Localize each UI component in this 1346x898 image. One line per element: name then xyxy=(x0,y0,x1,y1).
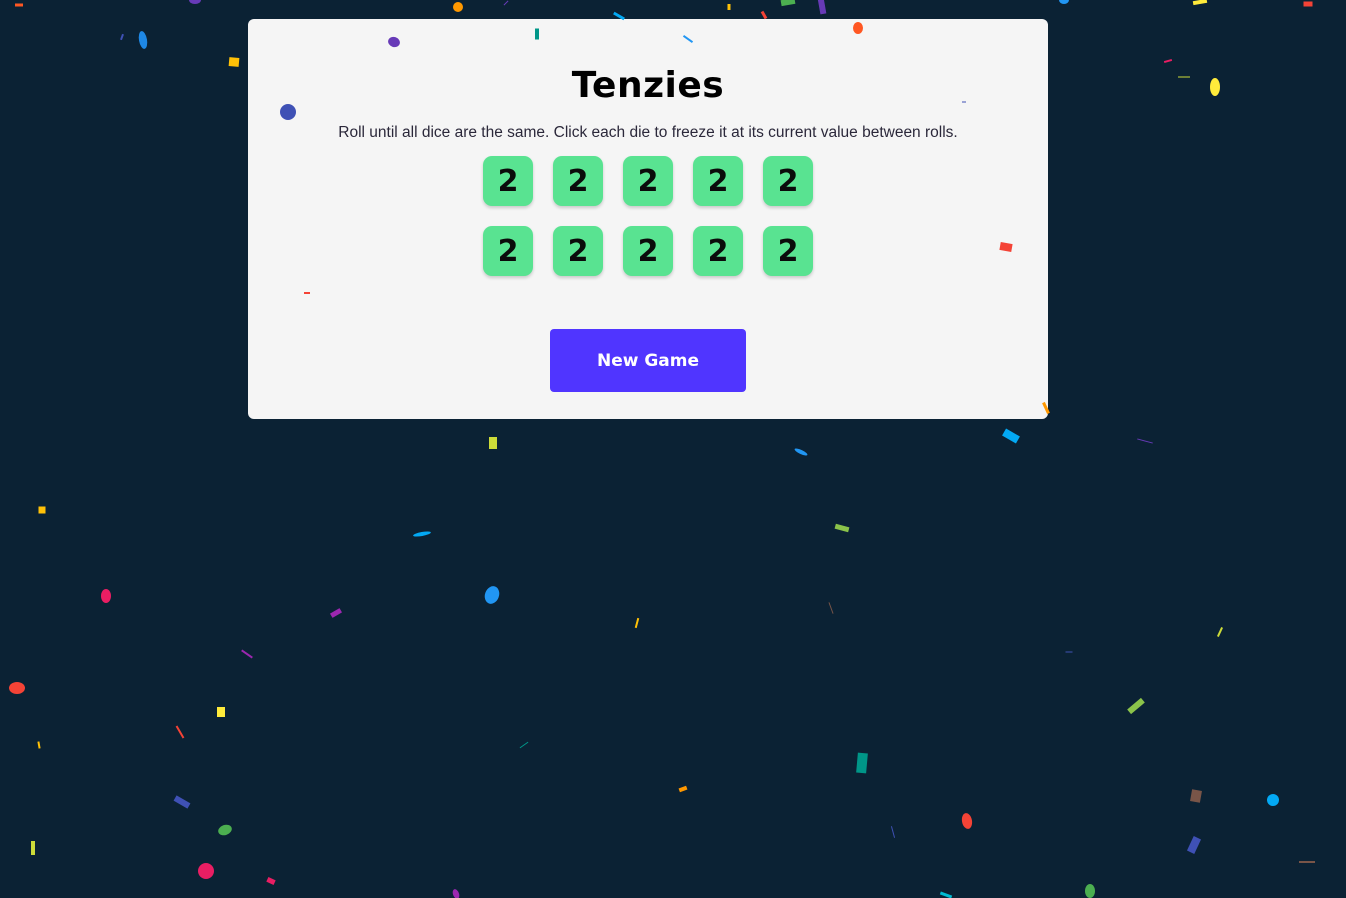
confetti-piece xyxy=(1137,438,1153,444)
confetti-piece xyxy=(489,437,497,449)
confetti-piece xyxy=(1178,76,1190,78)
confetti-piece xyxy=(189,0,201,4)
die[interactable]: 2 xyxy=(693,156,743,206)
confetti-piece xyxy=(1085,884,1095,898)
confetti-piece xyxy=(217,707,225,717)
confetti-piece xyxy=(780,0,796,7)
confetti-piece xyxy=(37,741,41,749)
confetti-piece xyxy=(484,586,500,604)
die[interactable]: 2 xyxy=(623,156,673,206)
die[interactable]: 2 xyxy=(553,226,603,276)
new-game-button[interactable]: New Game xyxy=(550,329,746,392)
confetti-piece xyxy=(961,813,973,829)
confetti-piece xyxy=(1267,794,1279,806)
confetti-piece xyxy=(1210,78,1220,96)
confetti-piece xyxy=(794,448,808,456)
confetti-piece xyxy=(634,617,640,629)
confetti-piece xyxy=(329,608,343,618)
confetti-piece xyxy=(173,795,191,809)
confetti-piece xyxy=(101,589,111,603)
confetti-piece xyxy=(1299,861,1315,863)
confetti-piece xyxy=(1059,0,1069,4)
confetti-piece xyxy=(1303,1,1313,7)
confetti-piece xyxy=(38,506,46,514)
confetti-piece xyxy=(727,4,731,10)
confetti-piece xyxy=(15,3,23,7)
confetti-piece xyxy=(1216,627,1224,637)
dice-grid: 2 2 2 2 2 2 2 2 2 2 xyxy=(483,156,813,276)
confetti-piece xyxy=(1127,697,1145,715)
confetti-piece xyxy=(1190,789,1202,803)
confetti-piece xyxy=(241,649,253,659)
confetti-piece xyxy=(828,602,834,614)
confetti-piece xyxy=(817,0,827,15)
game-instructions: Roll until all dice are the same. Click … xyxy=(338,124,958,141)
confetti-piece xyxy=(519,741,529,749)
die[interactable]: 2 xyxy=(763,156,813,206)
confetti-piece xyxy=(218,824,232,836)
confetti-piece xyxy=(266,877,276,885)
confetti-piece xyxy=(856,752,868,774)
game-title: Tenzies xyxy=(571,65,725,106)
confetti-piece xyxy=(453,2,463,12)
die[interactable]: 2 xyxy=(483,226,533,276)
die[interactable]: 2 xyxy=(483,156,533,206)
confetti-piece xyxy=(890,826,896,838)
confetti-piece xyxy=(1186,836,1202,854)
confetti-piece xyxy=(1192,0,1208,6)
confetti-piece xyxy=(452,889,460,898)
confetti-piece xyxy=(413,531,431,537)
confetti-piece xyxy=(503,0,509,6)
confetti-piece xyxy=(678,785,688,793)
confetti-piece xyxy=(228,57,240,67)
die[interactable]: 2 xyxy=(763,226,813,276)
confetti-piece xyxy=(175,725,185,739)
confetti-piece xyxy=(1002,428,1020,444)
confetti-piece xyxy=(138,31,148,49)
confetti-piece xyxy=(9,682,25,694)
confetti-piece xyxy=(760,10,768,20)
confetti-piece xyxy=(120,33,124,41)
confetti-piece xyxy=(1065,651,1073,653)
confetti-piece xyxy=(939,891,953,898)
confetti-piece xyxy=(834,523,850,533)
confetti-piece xyxy=(1163,58,1173,64)
die[interactable]: 2 xyxy=(623,226,673,276)
confetti-piece xyxy=(31,841,35,855)
die[interactable]: 2 xyxy=(553,156,603,206)
die[interactable]: 2 xyxy=(693,226,743,276)
confetti-piece xyxy=(198,863,214,879)
